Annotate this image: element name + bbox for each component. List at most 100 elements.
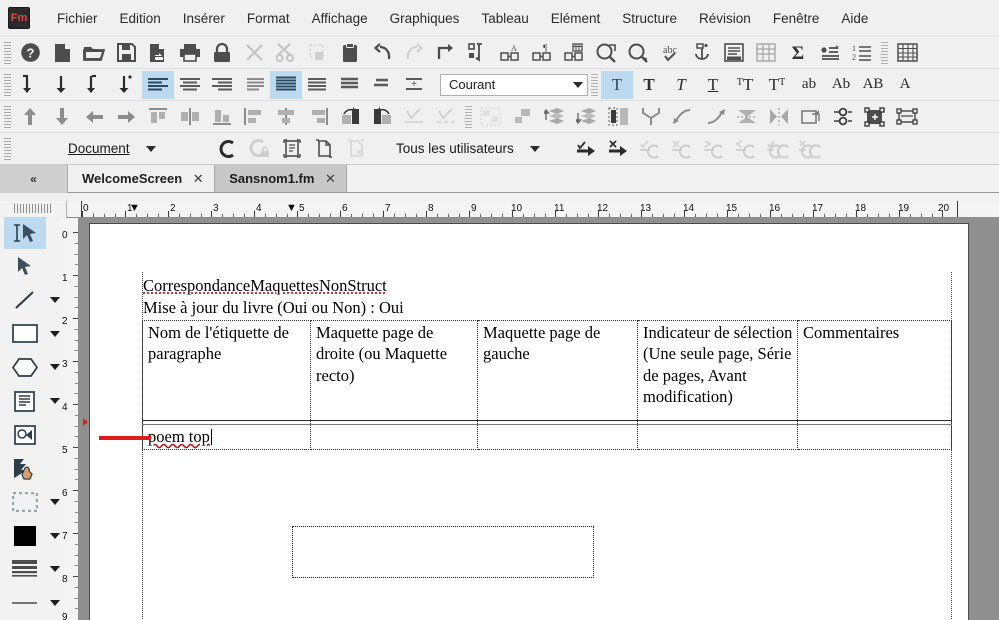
toolbar-grip[interactable] <box>4 105 11 128</box>
bulleted-list-icon[interactable]: ± <box>814 39 846 67</box>
table-header-cell-2[interactable]: Maquette page de gauche <box>477 320 638 421</box>
document-title-paragraph[interactable]: CorrespondanceMaquettesNonStruct <box>143 276 387 296</box>
new-document-icon[interactable] <box>46 39 78 67</box>
accept-change-icon[interactable] <box>570 135 602 163</box>
nudge-right-icon[interactable] <box>110 103 142 131</box>
print-icon[interactable] <box>174 39 206 67</box>
image-tool[interactable] <box>4 419 46 451</box>
rectangle-tool[interactable] <box>4 318 46 350</box>
table-cell-left-master[interactable] <box>477 424 638 451</box>
table-header-cell-0[interactable]: Nom de l'étiquette de paragraphe <box>142 320 311 421</box>
chevron-down-icon[interactable] <box>524 145 546 152</box>
table-header-cell-3[interactable]: Indicateur de sélection (Une seule page,… <box>637 320 798 421</box>
tab-stop-marker[interactable]: ▼ <box>129 202 140 214</box>
horizontal-ruler[interactable]: 0 1 2 3 4 5 6 7 8 9 10 11 12 13 14 15 16… <box>67 201 999 218</box>
table-header-cell-4[interactable]: Commentaires <box>797 320 952 421</box>
line-spacing-down-icon[interactable] <box>46 71 78 99</box>
scale-icon[interactable] <box>795 103 827 131</box>
compare-documents-icon[interactable] <box>276 135 308 163</box>
rotate-right-icon[interactable] <box>366 103 398 131</box>
resize-object-icon[interactable] <box>891 103 923 131</box>
review-scope-combo[interactable]: Document <box>62 136 212 161</box>
spellcheck-icon[interactable]: abc <box>654 39 686 67</box>
rotate-left-icon[interactable] <box>334 103 366 131</box>
menu-affichage[interactable]: Affichage <box>301 7 379 30</box>
menu-aide[interactable]: Aide <box>830 7 879 30</box>
align-bottom-icon[interactable] <box>206 103 238 131</box>
snap-grid-icon[interactable] <box>859 103 891 131</box>
close-icon[interactable]: ✕ <box>324 171 336 187</box>
table-cell-comments[interactable] <box>797 424 952 451</box>
fill-color-tool[interactable] <box>4 520 46 552</box>
menu-structure[interactable]: Structure <box>611 7 688 30</box>
insert-table-icon[interactable] <box>750 39 782 67</box>
show-changes-icon[interactable] <box>308 135 340 163</box>
character-designer-icon[interactable]: A <box>494 39 526 67</box>
send-to-back-icon[interactable] <box>571 103 603 131</box>
line-spacing-double-icon[interactable] <box>110 71 142 99</box>
smallcaps-icon[interactable]: A <box>889 71 921 99</box>
paragraph-spacing-icon[interactable] <box>270 70 302 99</box>
menu-tableau[interactable]: Tableau <box>470 7 539 30</box>
table-cell-selection-indicator[interactable] <box>637 424 798 451</box>
nudge-up-icon[interactable] <box>14 103 46 131</box>
line-tool[interactable] <box>4 284 46 316</box>
smart-select-tool[interactable] <box>3 216 46 249</box>
line-width-tool[interactable] <box>4 587 46 619</box>
menu-element[interactable]: Elément <box>540 7 612 30</box>
close-icon[interactable]: ✕ <box>192 171 204 187</box>
vertical-ruler[interactable]: 0 1 2 3 4 5 6 7 8 9 <box>60 218 79 620</box>
select-pattern-tool[interactable] <box>4 486 46 518</box>
undo-icon[interactable] <box>366 39 398 67</box>
align-left-icon[interactable] <box>142 70 174 99</box>
text-frame-icon[interactable] <box>718 39 750 67</box>
flip-left-right-icon[interactable] <box>699 103 731 131</box>
line-spacing-15-icon[interactable] <box>78 71 110 99</box>
align-objects-center-icon[interactable] <box>270 103 302 131</box>
italic-icon[interactable]: T <box>665 71 697 99</box>
flip-up-down-icon[interactable] <box>667 103 699 131</box>
paragraph-tag-icon[interactable]: ¶ <box>526 39 558 67</box>
align-objects-left-icon[interactable] <box>238 103 270 131</box>
align-top-icon[interactable] <box>142 103 174 131</box>
tab-stop-marker[interactable]: ▼ <box>286 202 297 214</box>
space-above-icon[interactable]: + <box>398 71 430 99</box>
fill-pattern-tool[interactable] <box>4 553 46 585</box>
menu-format[interactable]: Format <box>236 7 301 30</box>
paragraph-designer-icon[interactable] <box>462 39 494 67</box>
equation-sigma-icon[interactable]: Σ <box>782 39 814 67</box>
repeat-icon[interactable] <box>430 39 462 67</box>
menu-edition[interactable]: Edition <box>109 7 172 30</box>
table-grid-icon[interactable] <box>891 39 923 67</box>
document-tab-welcomescreen[interactable]: WelcomeScreen ✕ <box>68 165 216 192</box>
document-tab-sansnom1[interactable]: Sansnom1.fm ✕ <box>215 165 348 192</box>
save-icon[interactable] <box>110 39 142 67</box>
flip-horizontal-icon[interactable] <box>731 103 763 131</box>
table-designer-icon[interactable] <box>558 39 590 67</box>
menu-fichier[interactable]: Fichier <box>46 7 109 30</box>
track-changes-icon[interactable] <box>212 135 244 163</box>
capitalize-icon[interactable]: Ab <box>825 71 857 99</box>
align-right-icon[interactable] <box>206 71 238 99</box>
uppercase-icon[interactable]: AB <box>857 71 889 99</box>
text-frame-tool[interactable] <box>4 385 46 417</box>
chevron-down-icon[interactable] <box>140 145 162 152</box>
ungroup-icon[interactable] <box>507 103 539 131</box>
toolbar-grip[interactable] <box>4 137 11 160</box>
chevron-down-icon[interactable] <box>569 75 587 95</box>
menu-inserer[interactable]: Insérer <box>172 7 236 30</box>
indent-increase-icon[interactable] <box>334 71 366 99</box>
align-middle-h-icon[interactable] <box>174 103 206 131</box>
zoom-in-icon[interactable] <box>590 39 622 67</box>
hotspot-tool[interactable] <box>4 452 46 484</box>
plain-text-icon[interactable]: T <box>601 70 633 99</box>
align-justify-icon[interactable] <box>238 71 270 99</box>
lock-icon[interactable] <box>206 39 238 67</box>
toolbar-grip[interactable] <box>4 41 11 64</box>
lowercase-icon[interactable]: ab <box>793 71 825 99</box>
underline-icon[interactable]: T <box>697 71 729 99</box>
empty-text-frame[interactable] <box>292 526 594 578</box>
collapse-panel-button[interactable]: « <box>0 165 68 193</box>
save-as-icon[interactable] <box>142 39 174 67</box>
paragraph-tag-combo[interactable]: Courant <box>440 73 588 96</box>
